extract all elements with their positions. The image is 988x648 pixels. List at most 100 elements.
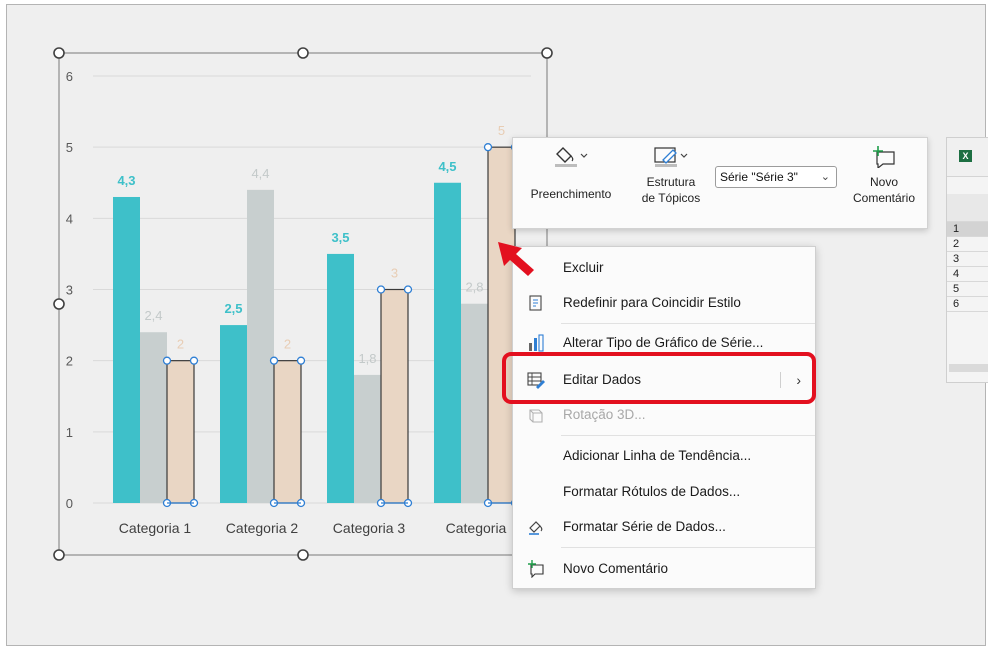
y-tick-label: 2 (66, 354, 73, 369)
excel-column-header (947, 194, 988, 222)
new-comment-button[interactable]: Novo Comentário (843, 144, 925, 206)
series-select[interactable]: Série "Série 3" ⌄ (715, 166, 837, 188)
pointer-arrow-icon (498, 242, 534, 276)
menu-item-reset-style[interactable]: Redefinir para Coincidir Estilo (513, 288, 815, 318)
fill-button[interactable]: Preenchimento (521, 144, 621, 202)
mini-toolbar: Preenchimento Estrutura de Tópicos Série… (512, 137, 928, 229)
resize-handle[interactable] (297, 549, 309, 561)
chevron-down-icon: ⌄ (820, 171, 830, 183)
menu-separator (561, 323, 815, 324)
menu-item-label: Adicionar Linha de Tendência... (563, 448, 752, 463)
chart-type-icon (529, 334, 544, 352)
menu-item-label: Formatar Rótulos de Dados... (563, 484, 741, 499)
menu-item-label: Excluir (563, 260, 604, 275)
chart-bar[interactable] (487, 146, 516, 504)
chart-bar[interactable] (354, 374, 381, 503)
y-tick-label: 1 (66, 425, 73, 440)
menu-item-label: Formatar Série de Dados... (563, 519, 726, 534)
chart-bar[interactable] (327, 253, 354, 503)
new-comment-label-1: Novo (869, 175, 898, 189)
menu-item-label: Redefinir para Coincidir Estilo (563, 295, 741, 310)
bar-selection-handle (376, 285, 386, 294)
y-tick-label: 5 (66, 140, 73, 155)
excel-title-bar: X (947, 138, 988, 177)
outline-label-1: Estrutura (646, 175, 696, 189)
x-tick-label: Categoria 3 (333, 520, 406, 536)
menu-item-format-data-series[interactable]: Formatar Série de Dados... (513, 512, 815, 542)
excel-row-header[interactable]: 6 (947, 297, 988, 312)
menu-item-format-data-labels[interactable]: Formatar Rótulos de Dados... (513, 477, 815, 507)
y-tick-label: 6 (66, 69, 73, 84)
paint-bucket-icon (555, 147, 588, 167)
resize-handle[interactable] (53, 47, 65, 59)
chart-bar[interactable] (220, 325, 247, 503)
data-label: 2 (284, 337, 291, 352)
new-comment-icon (528, 560, 544, 578)
outline-label-2: de Tópicos (641, 191, 701, 205)
chart-bar[interactable] (273, 360, 302, 504)
menu-separator (561, 547, 815, 548)
data-label: 3,5 (331, 230, 349, 245)
menu-item-3d-rotation: Rotação 3D... (513, 400, 815, 430)
slide-canvas[interactable]: 0 1 2 3 4 5 6 4,3 2,4 2 Categoria 1 2,5 4,4 2 Categori… (6, 4, 986, 646)
horizontal-scrollbar[interactable] (949, 364, 988, 372)
chart-bar[interactable] (166, 360, 195, 504)
rotation-3d-icon (529, 409, 543, 423)
data-label: 4,4 (251, 166, 269, 181)
data-label: 5 (498, 123, 505, 138)
menu-item-add-trendline[interactable]: Adicionar Linha de Tendência... (513, 441, 815, 471)
x-tick-label: Categoria 1 (119, 520, 192, 536)
y-tick-label: 0 (66, 496, 73, 511)
data-label: 4,5 (438, 159, 456, 174)
data-label: 2 (177, 337, 184, 352)
chart-bar[interactable] (380, 288, 409, 504)
new-comment-label-2: Comentário (852, 191, 916, 205)
excel-row-header[interactable]: 5 (947, 282, 988, 297)
series-select-value: Série "Série 3" (720, 170, 798, 184)
bar-selection-handle (296, 356, 306, 365)
bar-selection-handle (403, 285, 413, 294)
new-comment-icon (873, 146, 895, 168)
x-tick-label: Categoria (446, 520, 507, 536)
data-label: 2,4 (144, 308, 162, 323)
menu-item-new-comment[interactable]: Novo Comentário (513, 554, 815, 584)
chart-bar[interactable] (113, 196, 140, 503)
chart[interactable]: 01234564,32,42Categoria 12,54,42Categori… (7, 5, 987, 647)
excel-icon: X (959, 150, 972, 162)
resize-handle[interactable] (53, 549, 65, 561)
excel-row-header[interactable]: 4 (947, 267, 988, 282)
fill-label: Preenchimento (530, 187, 612, 201)
bar-selection-handle (189, 356, 199, 365)
excel-data-window[interactable]: X 1 2 3 4 5 6 (946, 137, 988, 383)
menu-item-label: Novo Comentário (563, 561, 669, 576)
pen-outline-icon (654, 147, 688, 167)
x-tick-label: Categoria 2 (226, 520, 299, 536)
bar-selection-handle (269, 356, 279, 365)
menu-item-delete[interactable]: Excluir (513, 253, 815, 283)
bar-selection-handle (162, 356, 172, 365)
data-label: 2,8 (465, 280, 483, 295)
excel-row-header[interactable]: 2 (947, 237, 988, 252)
resize-handle[interactable] (541, 47, 553, 59)
excel-row-header[interactable]: 3 (947, 252, 988, 267)
reset-style-icon (529, 295, 542, 311)
data-label: 1,8 (358, 351, 376, 366)
resize-handle[interactable] (53, 298, 65, 310)
context-menu: Excluir Redefinir para Coincidir Estilo … (512, 246, 816, 589)
outline-button[interactable]: Estrutura de Tópicos (631, 144, 711, 206)
format-series-icon (529, 521, 543, 535)
y-tick-label: 3 (66, 283, 73, 298)
chart-bar[interactable] (461, 303, 488, 503)
y-tick-label: 4 (66, 211, 73, 226)
chart-bar[interactable] (140, 332, 167, 503)
resize-handle[interactable] (297, 47, 309, 59)
data-label: 3 (391, 266, 398, 281)
menu-separator (561, 435, 815, 436)
data-label: 4,3 (117, 173, 135, 188)
excel-row-header[interactable]: 1 (947, 222, 988, 237)
data-label: 2,5 (224, 301, 242, 316)
chart-bar[interactable] (247, 189, 274, 503)
edit-data-highlight (502, 352, 816, 404)
chart-bar[interactable] (434, 182, 461, 503)
menu-item-label: Rotação 3D... (563, 407, 646, 422)
